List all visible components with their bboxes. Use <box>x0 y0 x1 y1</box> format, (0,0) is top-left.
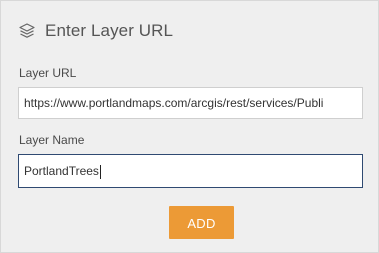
panel-header: Enter Layer URL <box>18 19 173 43</box>
layer-url-value: https://www.portlandmaps.com/arcgis/rest… <box>24 96 324 110</box>
layers-icon <box>18 22 36 40</box>
text-cursor <box>99 164 101 179</box>
layer-url-label: Layer URL <box>19 66 77 80</box>
layer-name-value: PortlandTrees <box>24 164 99 178</box>
enter-layer-url-panel: Enter Layer URL Layer URL https://www.po… <box>0 0 379 253</box>
layer-name-input[interactable]: PortlandTrees <box>18 154 363 188</box>
page-title: Enter Layer URL <box>45 21 174 40</box>
layer-url-input[interactable]: https://www.portlandmaps.com/arcgis/rest… <box>18 87 363 119</box>
layer-name-label: Layer Name <box>19 133 85 147</box>
add-button[interactable]: ADD <box>169 206 234 239</box>
